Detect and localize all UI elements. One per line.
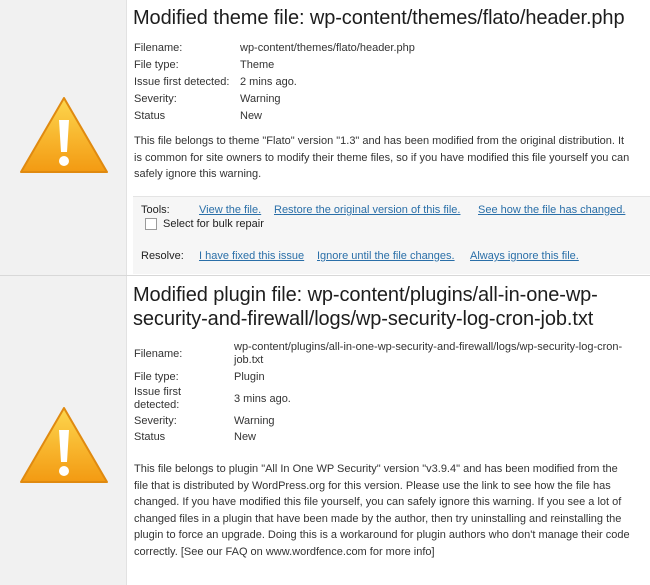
tools-bar: Tools: View the file. Restore the origin…: [133, 196, 650, 242]
field-label-severity: Severity:: [134, 92, 177, 105]
issue-content: Modified plugin file: wp-content/plugins…: [127, 276, 650, 585]
issue-content: Modified theme file: wp-content/themes/f…: [127, 0, 650, 275]
field-label-filename: Filename:: [134, 42, 183, 55]
always-ignore-link[interactable]: Always ignore this file.: [470, 250, 579, 262]
field-value-detected: 3 mins ago.: [234, 392, 291, 405]
field-value-filename: wp-content/themes/flato/header.php: [240, 42, 415, 55]
field-value-filename: wp-content/plugins/all-in-one-wp-securit…: [234, 341, 623, 366]
resolve-label: Resolve:: [141, 250, 184, 262]
field-label-detected: Issue first detected:: [134, 75, 230, 88]
field-label-status: Status: [134, 109, 166, 122]
field-label-status: Status: [134, 430, 166, 443]
issue-icon-column: [0, 276, 127, 585]
resolve-bar: Resolve: I have fixed this issue Ignore …: [133, 241, 650, 274]
issue-details-table: Filename: wp-content/themes/flato/header…: [134, 40, 415, 124]
field-value-detected: 2 mins ago.: [240, 75, 297, 88]
field-label-file-type: File type:: [134, 370, 179, 383]
issue-description: This file belongs to theme "Flato" versi…: [134, 135, 630, 181]
issue-icon-column: [0, 0, 127, 275]
bulk-repair-label: Select for bulk repair: [163, 218, 264, 230]
see-changes-link[interactable]: See how the file has changed.: [478, 204, 625, 216]
view-file-link[interactable]: View the file.: [199, 204, 261, 216]
field-label-file-type: File type:: [134, 59, 179, 72]
warning-triangle-icon: [20, 97, 108, 173]
bulk-repair-checkbox[interactable]: [145, 218, 157, 230]
field-value-status: New: [234, 430, 257, 443]
field-value-file-type: Plugin: [234, 370, 265, 383]
field-label-severity: Severity:: [134, 414, 177, 427]
issue-title: Modified theme file: wp-content/themes/f…: [133, 7, 625, 29]
restore-original-link[interactable]: Restore the original version of this fil…: [274, 204, 460, 216]
tools-label: Tools:: [141, 204, 170, 216]
field-label-filename: Filename:: [134, 347, 183, 360]
warning-triangle-icon: [20, 407, 108, 483]
fixed-issue-link[interactable]: I have fixed this issue: [199, 250, 304, 262]
field-value-severity: Warning: [234, 414, 275, 427]
field-label-detected: Issue first detected:: [134, 386, 182, 411]
ignore-until-change-link[interactable]: Ignore until the file changes.: [317, 250, 455, 262]
field-value-severity: Warning: [240, 92, 281, 105]
issue-title: Modified plugin file: wp-content/plugins…: [133, 284, 598, 330]
issue-description: This file belongs to plugin "All In One …: [134, 463, 630, 558]
issue-card-theme-file: Modified theme file: wp-content/themes/f…: [0, 0, 650, 276]
issue-card-plugin-file: Modified plugin file: wp-content/plugins…: [0, 276, 650, 585]
field-value-status: New: [240, 109, 263, 122]
field-value-file-type: Theme: [240, 59, 275, 72]
issue-details-table: Filename: wp-content/plugins/all-in-one-…: [134, 339, 649, 445]
